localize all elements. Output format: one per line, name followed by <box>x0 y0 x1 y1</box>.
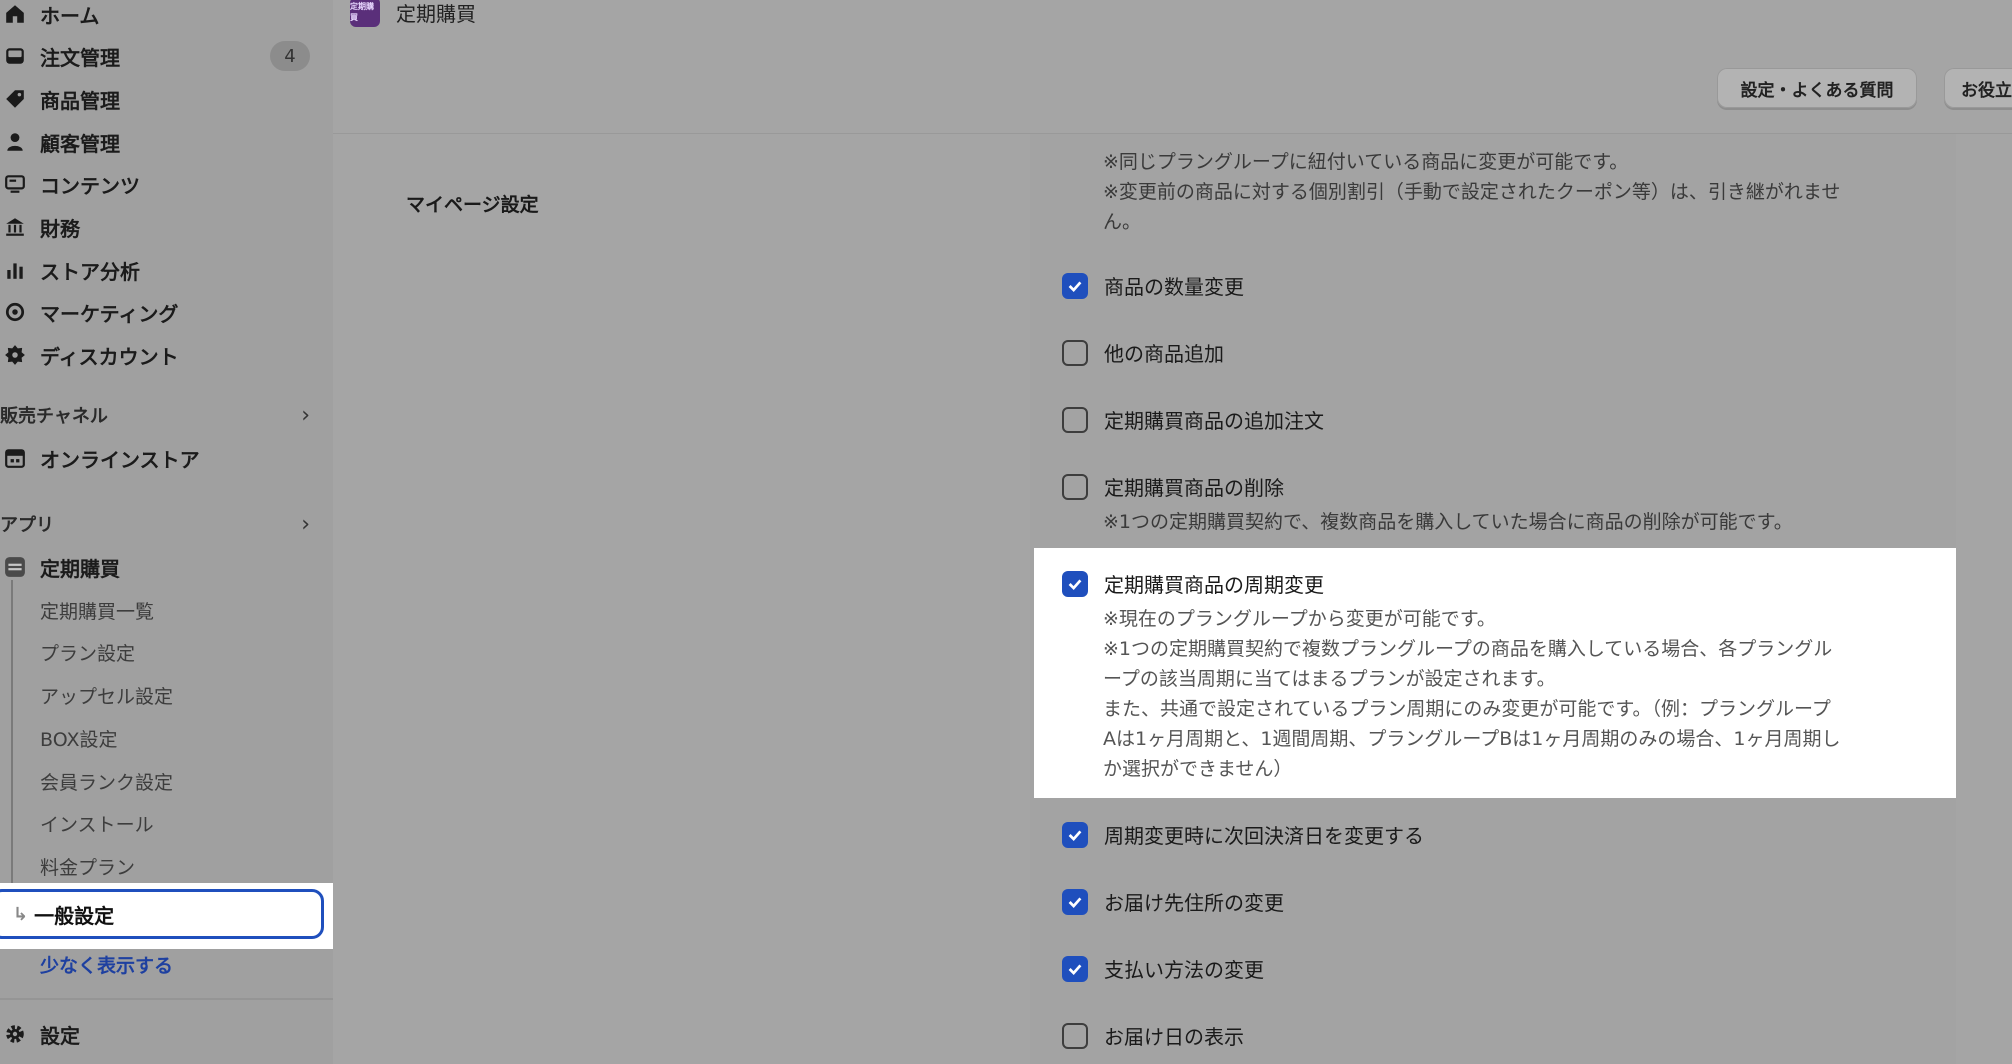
chevron-right-icon: › <box>301 511 310 537</box>
option-delete-product[interactable]: 定期購買商品の削除 <box>1062 472 1284 501</box>
option-cycle-change[interactable]: 定期購買商品の周期変更 <box>1062 569 1324 598</box>
app-title: 定期購買 <box>396 1 476 26</box>
sidebar-subitem-plan-settings[interactable]: プラン設定 <box>40 634 135 670</box>
checkbox-checked[interactable] <box>1062 821 1088 848</box>
store-icon <box>2 445 28 471</box>
divider <box>0 998 333 1000</box>
checkbox-unchecked[interactable] <box>1062 1022 1088 1049</box>
sidebar-item-customers[interactable]: 顧客管理 <box>0 122 320 162</box>
sidebar-item-label: ディスカウント <box>40 344 179 369</box>
sidebar-item-home[interactable]: ホーム <box>0 0 320 34</box>
sidebar-item-discounts[interactable]: ディスカウント <box>0 335 320 375</box>
sidebar-item-label: 一般設定 <box>34 903 115 928</box>
tree-arrow-icon: ↳ <box>13 903 29 925</box>
sidebar-subitem-install[interactable]: インストール <box>40 805 154 841</box>
order-count-badge: 4 <box>270 41 310 71</box>
sidebar-item-label: 設定 <box>40 1023 80 1048</box>
sidebar-item-label: 商品管理 <box>40 88 120 113</box>
checkbox-checked[interactable] <box>1062 272 1088 299</box>
product-change-notes: ※同じプラングループに紐付いている商品に変更が可能です。 ※変更前の商品に対する… <box>1103 151 1841 233</box>
sidebar-item-label: 顧客管理 <box>40 131 120 156</box>
inbox-icon <box>2 43 28 69</box>
chevron-right-icon: › <box>301 402 310 428</box>
help-button[interactable]: お役立 <box>1944 68 2012 108</box>
checkbox-unchecked[interactable] <box>1062 406 1088 433</box>
checkbox-checked[interactable] <box>1062 888 1088 915</box>
option-change-next-billing[interactable]: 周期変更時に次回決済日を変更する <box>1062 820 1424 849</box>
gear-icon <box>2 1021 28 1047</box>
sidebar-subitem-pricing[interactable]: 料金プラン <box>40 848 135 884</box>
target-icon <box>2 299 28 325</box>
sidebar-item-analytics[interactable]: ストア分析 <box>0 250 320 290</box>
section-title: マイページ設定 <box>406 194 539 216</box>
sidebar-item-label: マーケティング <box>40 301 179 326</box>
sidebar-item-label: ホーム <box>40 3 100 28</box>
show-less-link[interactable]: 少なく表示する <box>40 944 173 984</box>
delete-product-note: ※1つの定期購買契約で、複数商品を購入していた場合に商品の削除が可能です。 <box>1103 511 1793 533</box>
option-quantity-change[interactable]: 商品の数量変更 <box>1062 271 1244 300</box>
option-show-delivery-date[interactable]: お届け日の表示 <box>1062 1021 1244 1050</box>
sidebar-item-online-store[interactable]: オンラインストア <box>0 438 320 478</box>
sidebar-item-finance[interactable]: 財務 <box>0 207 320 247</box>
sidebar-subitem-upsell-settings[interactable]: アップセル設定 <box>40 677 173 713</box>
checkbox-unchecked[interactable] <box>1062 339 1088 366</box>
tree-connector <box>11 580 13 910</box>
tag-icon <box>2 86 28 112</box>
sidebar-subitem-general-settings[interactable]: ↳ 一般設定 <box>0 889 324 939</box>
faq-button[interactable]: 設定・よくある質問 <box>1717 68 1917 108</box>
sidebar-item-marketing[interactable]: マーケティング <box>0 292 320 332</box>
app-logo-icon <box>2 554 28 580</box>
sidebar-item-label: オンラインストア <box>40 447 200 472</box>
sidebar-item-label: 財務 <box>40 216 80 241</box>
option-change-payment[interactable]: 支払い方法の変更 <box>1062 954 1264 983</box>
sidebar-item-app-subscription[interactable]: 定期購買 <box>0 547 320 587</box>
checkbox-unchecked[interactable] <box>1062 473 1088 500</box>
app-header: 定期購買 定期購買 <box>333 0 2012 41</box>
apps-heading[interactable]: アプリ › <box>0 506 310 542</box>
sidebar-item-orders[interactable]: 注文管理 4 <box>0 36 320 76</box>
checkbox-checked[interactable] <box>1062 955 1088 982</box>
sidebar-item-label: 注文管理 <box>40 45 120 70</box>
sidebar-subitem-subscription-list[interactable]: 定期購買一覧 <box>40 592 154 628</box>
sidebar-subitem-box-settings[interactable]: BOX設定 <box>40 720 117 756</box>
option-additional-order[interactable]: 定期購買商品の追加注文 <box>1062 405 1324 434</box>
content-icon <box>2 171 28 197</box>
sidebar-item-settings[interactable]: 設定 <box>0 1014 320 1054</box>
sidebar-item-products[interactable]: 商品管理 <box>0 79 320 119</box>
discount-icon <box>2 342 28 368</box>
person-icon <box>2 129 28 155</box>
sales-channels-heading[interactable]: 販売チャネル › <box>0 397 310 433</box>
option-change-address[interactable]: お届け先住所の変更 <box>1062 887 1284 916</box>
sidebar-item-label: コンテンツ <box>40 173 140 198</box>
sidebar-subitem-member-rank[interactable]: 会員ランク設定 <box>40 763 173 799</box>
sidebar-item-content[interactable]: コンテンツ <box>0 164 320 204</box>
home-icon <box>2 1 28 27</box>
cycle-change-notes: ※現在のプラングループから変更が可能です。 ※1つの定期購買契約で複数プラングル… <box>1103 608 1841 780</box>
chart-icon <box>2 257 28 283</box>
option-add-product[interactable]: 他の商品追加 <box>1062 338 1224 367</box>
sidebar-item-label: ストア分析 <box>40 259 140 284</box>
bank-icon <box>2 214 28 240</box>
checkbox-checked[interactable] <box>1062 570 1088 597</box>
app-logo: 定期購買 <box>350 0 380 27</box>
sidebar-item-label: 定期購買 <box>40 556 120 581</box>
